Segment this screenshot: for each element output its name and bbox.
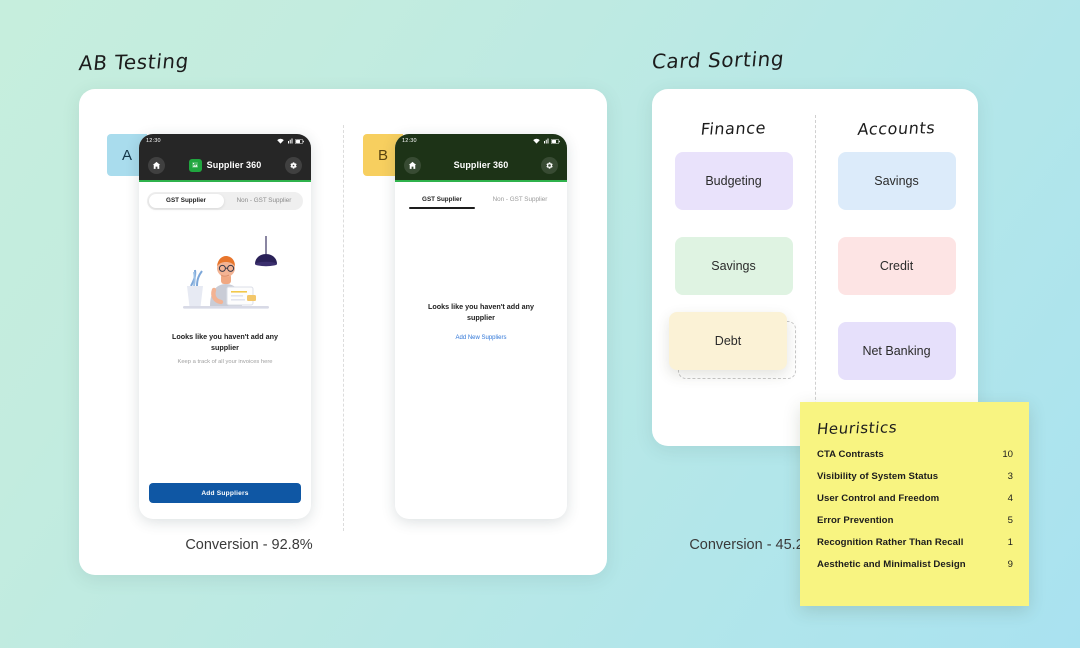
heuristic-row: CTA Contrasts 10 [817,449,1013,460]
heuristic-row: Recognition Rather Than Recall 1 [817,537,1013,548]
add-suppliers-button[interactable]: Add Suppliers [149,483,301,503]
tab-non-gst-supplier-a[interactable]: Non - GST Supplier [225,192,303,210]
person-with-clipboard-illustration [183,236,277,309]
heuristic-score: 3 [1007,471,1013,482]
column-title-finance: Finance [699,118,768,139]
heuristic-score: 10 [1002,449,1013,460]
sort-card-savings-finance[interactable]: Savings [674,237,793,295]
heuristic-name: CTA Contrasts [817,449,884,460]
home-button-b[interactable] [404,156,421,174]
status-time: 12:30 [146,138,161,144]
app-title-group-a: Supplier 360 [165,158,285,172]
wifi-icon [533,138,540,144]
ab-testing-panel: A 12:30 Supplier 360 GST Supplier Non - … [79,89,817,575]
app-logo-icon [188,158,202,172]
app-header-a: Supplier 360 [139,148,311,182]
sort-column-finance[interactable]: Finance Budgeting Savings Debt [652,89,815,379]
heuristic-name: Aesthetic and Minimalist Design [817,559,966,570]
home-icon [408,161,417,169]
sort-card-debt[interactable]: Debt [669,312,787,370]
phone-mockup-b[interactable]: 12:30 Supplier 360 GST Supplier Non - GS… [395,134,567,519]
empty-title-b: Looks like you haven't add any supplier [428,302,534,322]
settings-button-a[interactable] [285,156,302,174]
battery-icon [551,138,560,144]
heuristic-row: Aesthetic and Minimalist Design 9 [817,559,1013,570]
app-header-b: Supplier 360 [395,148,567,182]
heuristic-name: Error Prevention [817,515,894,526]
heuristic-name: Visibility of System Status [817,471,939,482]
heuristics-sticky-note[interactable]: Heuristics CTA Contrasts 10 Visibility o… [800,402,1029,606]
phone-mockup-a[interactable]: 12:30 Supplier 360 GST Supplier Non - GS… [139,134,311,519]
status-bar-a: 12:30 [139,134,311,148]
heuristic-score: 1 [1007,537,1013,548]
heuristic-score: 5 [1007,515,1013,526]
tab-gst-supplier-b[interactable]: GST Supplier [403,196,481,209]
battery-icon [295,138,304,144]
app-title-a: Supplier 360 [206,160,262,170]
add-new-suppliers-link[interactable]: Add New Suppliers [455,335,506,341]
heuristic-name: Recognition Rather Than Recall [817,537,964,548]
tab-non-gst-supplier-b[interactable]: Non - GST Supplier [481,196,559,209]
sort-card-credit[interactable]: Credit [837,237,956,295]
app-title-group-b: Supplier 360 [421,160,541,170]
status-icons [533,138,560,144]
signal-icon [543,138,548,144]
conversion-label-a: Conversion - 92.8% [185,537,313,553]
home-icon [152,161,161,169]
settings-button-b[interactable] [541,156,558,174]
sort-column-accounts[interactable]: Accounts Savings Credit Net Banking [815,89,978,380]
variant-divider [343,125,344,531]
column-title-accounts: Accounts [856,118,937,139]
app-logo-glyph [192,162,199,168]
empty-subtitle-a: Keep a track of all your invoices here [177,358,273,365]
heuristic-row: User Control and Freedom 4 [817,493,1013,504]
status-bar-b: 12:30 [395,134,567,148]
heuristic-score: 4 [1007,493,1013,504]
status-icons [277,138,304,144]
signal-icon [287,138,292,144]
gear-icon [546,161,553,169]
wifi-icon [277,138,284,144]
drag-area-debt: Debt [652,295,815,379]
sort-card-budgeting[interactable]: Budgeting [674,152,793,210]
empty-state-b: Looks like you haven't add any supplier … [395,302,567,344]
sort-card-savings-accounts[interactable]: Savings [837,152,956,210]
heuristics-title: Heuristics [816,418,899,439]
research-board: AB Testing A 12:30 Supplier 360 GST Supp… [0,0,1080,648]
heuristic-row: Visibility of System Status 3 [817,471,1013,482]
gear-icon [290,161,297,169]
empty-title-a: Looks like you haven't add any supplier [172,332,278,352]
supplier-tabs-b[interactable]: GST Supplier Non - GST Supplier [403,196,559,209]
ab-testing-title: AB Testing [77,48,191,76]
sort-card-net-banking[interactable]: Net Banking [837,322,956,380]
empty-state-a: Looks like you haven't add any supplier … [139,210,311,365]
app-title-b: Supplier 360 [453,160,509,170]
home-button-a[interactable] [148,156,165,174]
card-sorting-title: Card Sorting [650,46,786,74]
tab-gst-supplier-a[interactable]: GST Supplier [147,192,225,210]
supplier-tabs-a[interactable]: GST Supplier Non - GST Supplier [147,192,303,210]
heuristic-name: User Control and Freedom [817,493,940,504]
heuristic-score: 9 [1007,559,1013,570]
card-sorting-panel: Finance Budgeting Savings Debt Accounts … [652,89,978,446]
status-time: 12:30 [402,138,417,144]
heuristic-row: Error Prevention 5 [817,515,1013,526]
